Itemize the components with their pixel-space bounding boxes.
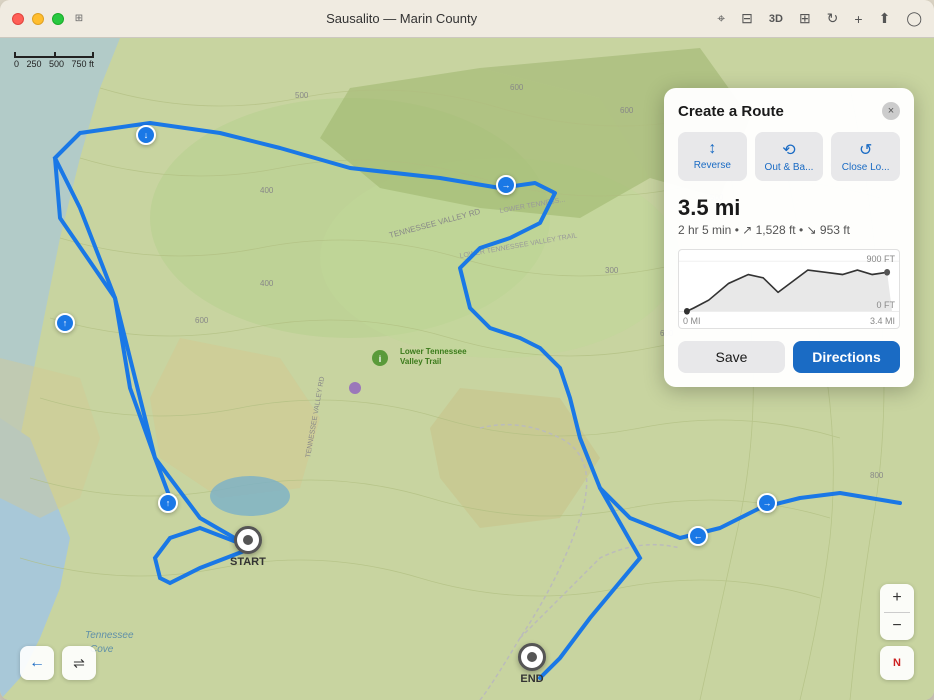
back-icon: ← [29,654,45,672]
refresh-icon[interactable]: ↻ [827,10,839,27]
close-loop-label: Close Lo... [842,162,890,173]
reverse-label: Reverse [694,160,731,171]
scale-label-500: 500 [49,59,64,69]
traffic-lights [12,13,64,25]
scale-bar: 0 250 500 750 ft [14,50,94,69]
back-button[interactable]: ← [20,646,54,680]
route-distance: 3.5 mi [678,195,900,221]
location-icon[interactable]: ⌖ [717,10,725,27]
waypoint-5: → [757,493,777,513]
svg-text:Lower Tennessee: Lower Tennessee [400,347,467,356]
route-actions: ↕ Reverse ⟲ Out & Ba... ↺ Close Lo... [678,132,900,181]
map-container[interactable]: TENNESSEE VALLEY RD LOWER TENNESS... LOW… [0,38,934,700]
map-controls-bottom-left: ← ⇌ [20,646,96,680]
reverse-button[interactable]: ↕ Reverse [678,132,747,181]
close-loop-button[interactable]: ↺ Close Lo... [831,132,900,181]
app-window: ⊞ Sausalito — Marin County ⌖ ⊟ 3D ⊞ ↻ + … [0,0,934,700]
route-stats: 3.5 mi 2 hr 5 min • ↗ 1,528 ft • ↘ 953 f… [678,195,900,237]
waypoint-4: ↑ [158,493,178,513]
compass-north-label: N [893,657,901,669]
elevation-chart: 900 FT 0 FT 0 MI 3.4 MI [678,249,900,329]
svg-text:Valley Trail: Valley Trail [400,357,441,366]
svg-text:i: i [379,354,382,364]
svg-text:Tennessee: Tennessee [85,630,134,641]
close-window-button[interactable] [12,13,24,25]
minimize-window-button[interactable] [32,13,44,25]
route-details: 2 hr 5 min • ↗ 1,528 ft • ↘ 953 ft [678,223,900,237]
fullscreen-window-button[interactable] [52,13,64,25]
waypoint-2: → [496,175,516,195]
route-buttons: Save Directions [678,341,900,373]
waypoint-6: ← [688,526,708,546]
elevation-min-label: 0 FT [876,300,895,310]
transit-icon[interactable]: ⊞ [799,10,811,27]
waypoint-1: ↓ [136,125,156,145]
svg-text:400: 400 [260,186,274,195]
elevation-x-end: 3.4 MI [870,316,895,326]
waypoint-3: ↑ [55,313,75,333]
window-title: Sausalito — Marin County [86,11,717,26]
svg-text:500: 500 [295,91,309,100]
svg-text:600: 600 [620,106,634,115]
svg-text:400: 400 [260,279,274,288]
start-marker: START [230,526,266,568]
window-doc-icon: ⊞ [72,12,86,26]
elevation-max-label: 900 FT [866,254,895,264]
zoom-out-button[interactable]: − [880,612,914,640]
scale-label-750: 750 ft [71,59,94,69]
layers-icon[interactable]: ⊟ [741,10,753,27]
end-marker: END [518,643,546,685]
out-back-label: Out & Ba... [765,162,814,173]
add-icon[interactable]: + [854,11,862,27]
close-panel-button[interactable]: × [882,102,900,120]
scale-label-0: 0 [14,59,19,69]
out-back-icon: ⟲ [782,140,795,160]
svg-text:800: 800 [870,471,884,480]
route-options-button[interactable]: ⇌ [62,646,96,680]
share-icon[interactable]: ⬆ [879,10,891,27]
map-controls-bottom-right: + − N [880,584,914,681]
svg-text:300: 300 [605,266,619,275]
svg-text:600: 600 [510,83,524,92]
svg-text:600: 600 [195,316,209,325]
3d-icon[interactable]: 3D [769,13,783,25]
reverse-icon: ↕ [708,140,716,158]
panel-title: Create a Route [678,103,784,120]
route-options-icon: ⇌ [73,655,85,672]
scale-label-250: 250 [26,59,41,69]
panel-header: Create a Route × [678,102,900,120]
account-icon[interactable]: ◯ [906,10,922,27]
directions-button[interactable]: Directions [793,341,900,373]
out-back-button[interactable]: ⟲ Out & Ba... [755,132,824,181]
titlebar: ⊞ Sausalito — Marin County ⌖ ⊟ 3D ⊞ ↻ + … [0,0,934,38]
compass-button[interactable]: N [880,646,914,680]
zoom-controls: + − [880,584,914,641]
save-button[interactable]: Save [678,341,785,373]
toolbar-icons: ⌖ ⊟ 3D ⊞ ↻ + ⬆ ◯ [717,10,922,27]
close-loop-icon: ↺ [859,140,872,160]
route-panel: Create a Route × ↕ Reverse ⟲ Out & Ba...… [664,88,914,387]
elevation-x-start: 0 MI [683,316,701,326]
zoom-in-button[interactable]: + [880,584,914,612]
